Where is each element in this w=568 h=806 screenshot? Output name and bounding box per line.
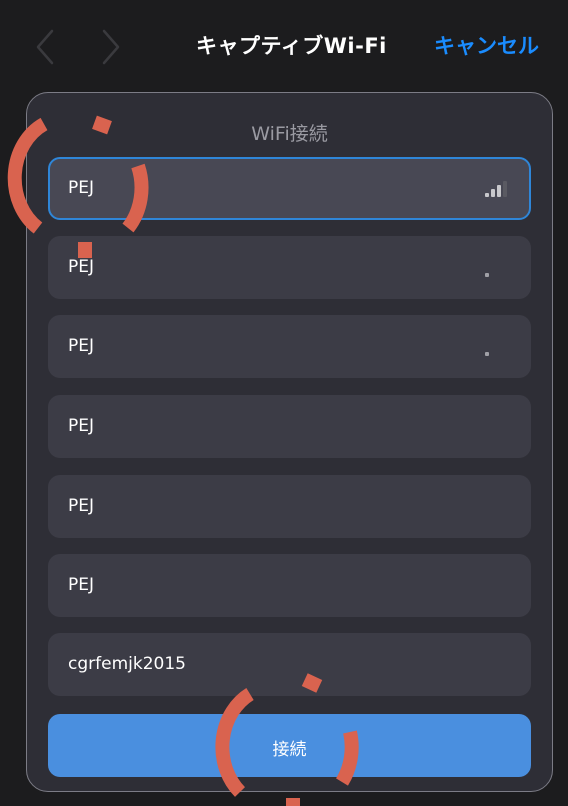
network-name: PEJ	[68, 336, 95, 356]
page-title: キャプティブWi-Fi	[196, 34, 387, 58]
network-item[interactable]: PEJ	[48, 554, 531, 617]
panel-title: WiFi接続	[251, 123, 328, 145]
wifi-signal-icon	[485, 259, 513, 277]
network-item[interactable]: PEJ	[48, 315, 531, 378]
signal-bar	[485, 273, 489, 277]
wifi-signal-icon	[485, 179, 513, 197]
signal-bar	[503, 181, 507, 197]
network-name: PEJ	[68, 178, 95, 198]
network-item[interactable]: cgrfemjk2015	[48, 633, 531, 696]
cancel-button[interactable]: キャンセル	[434, 30, 539, 60]
signal-bar	[491, 189, 495, 197]
network-name: cgrfemjk2015	[68, 654, 186, 674]
network-name: PEJ	[68, 575, 95, 595]
signal-bar	[485, 352, 489, 356]
connect-button[interactable]: 接続	[48, 714, 531, 777]
navigation-bar: キャプティブWi-Fi キャンセル	[0, 0, 568, 80]
network-item[interactable]: PEJ	[48, 157, 531, 220]
wifi-signal-icon	[485, 338, 513, 356]
signal-bar	[497, 185, 501, 197]
chevron-right-icon[interactable]	[92, 25, 132, 69]
wifi-signal-icon	[485, 418, 513, 436]
connect-button-label: 接続	[272, 740, 307, 760]
network-item[interactable]: PEJ	[48, 236, 531, 299]
signal-bar	[485, 193, 489, 197]
network-name: PEJ	[68, 257, 95, 277]
network-item[interactable]: PEJ	[48, 475, 531, 538]
network-name: PEJ	[68, 416, 95, 436]
wifi-signal-icon	[485, 498, 513, 516]
wifi-signal-icon	[485, 577, 513, 595]
wifi-connect-panel: WiFi接続 PEJ PEJ PEJ PEJ PEJ PEJ cgrfemjk2…	[26, 92, 553, 792]
chevron-left-icon[interactable]	[26, 25, 66, 69]
network-item[interactable]: PEJ	[48, 395, 531, 458]
network-name: PEJ	[68, 496, 95, 516]
wifi-signal-icon	[485, 656, 513, 674]
